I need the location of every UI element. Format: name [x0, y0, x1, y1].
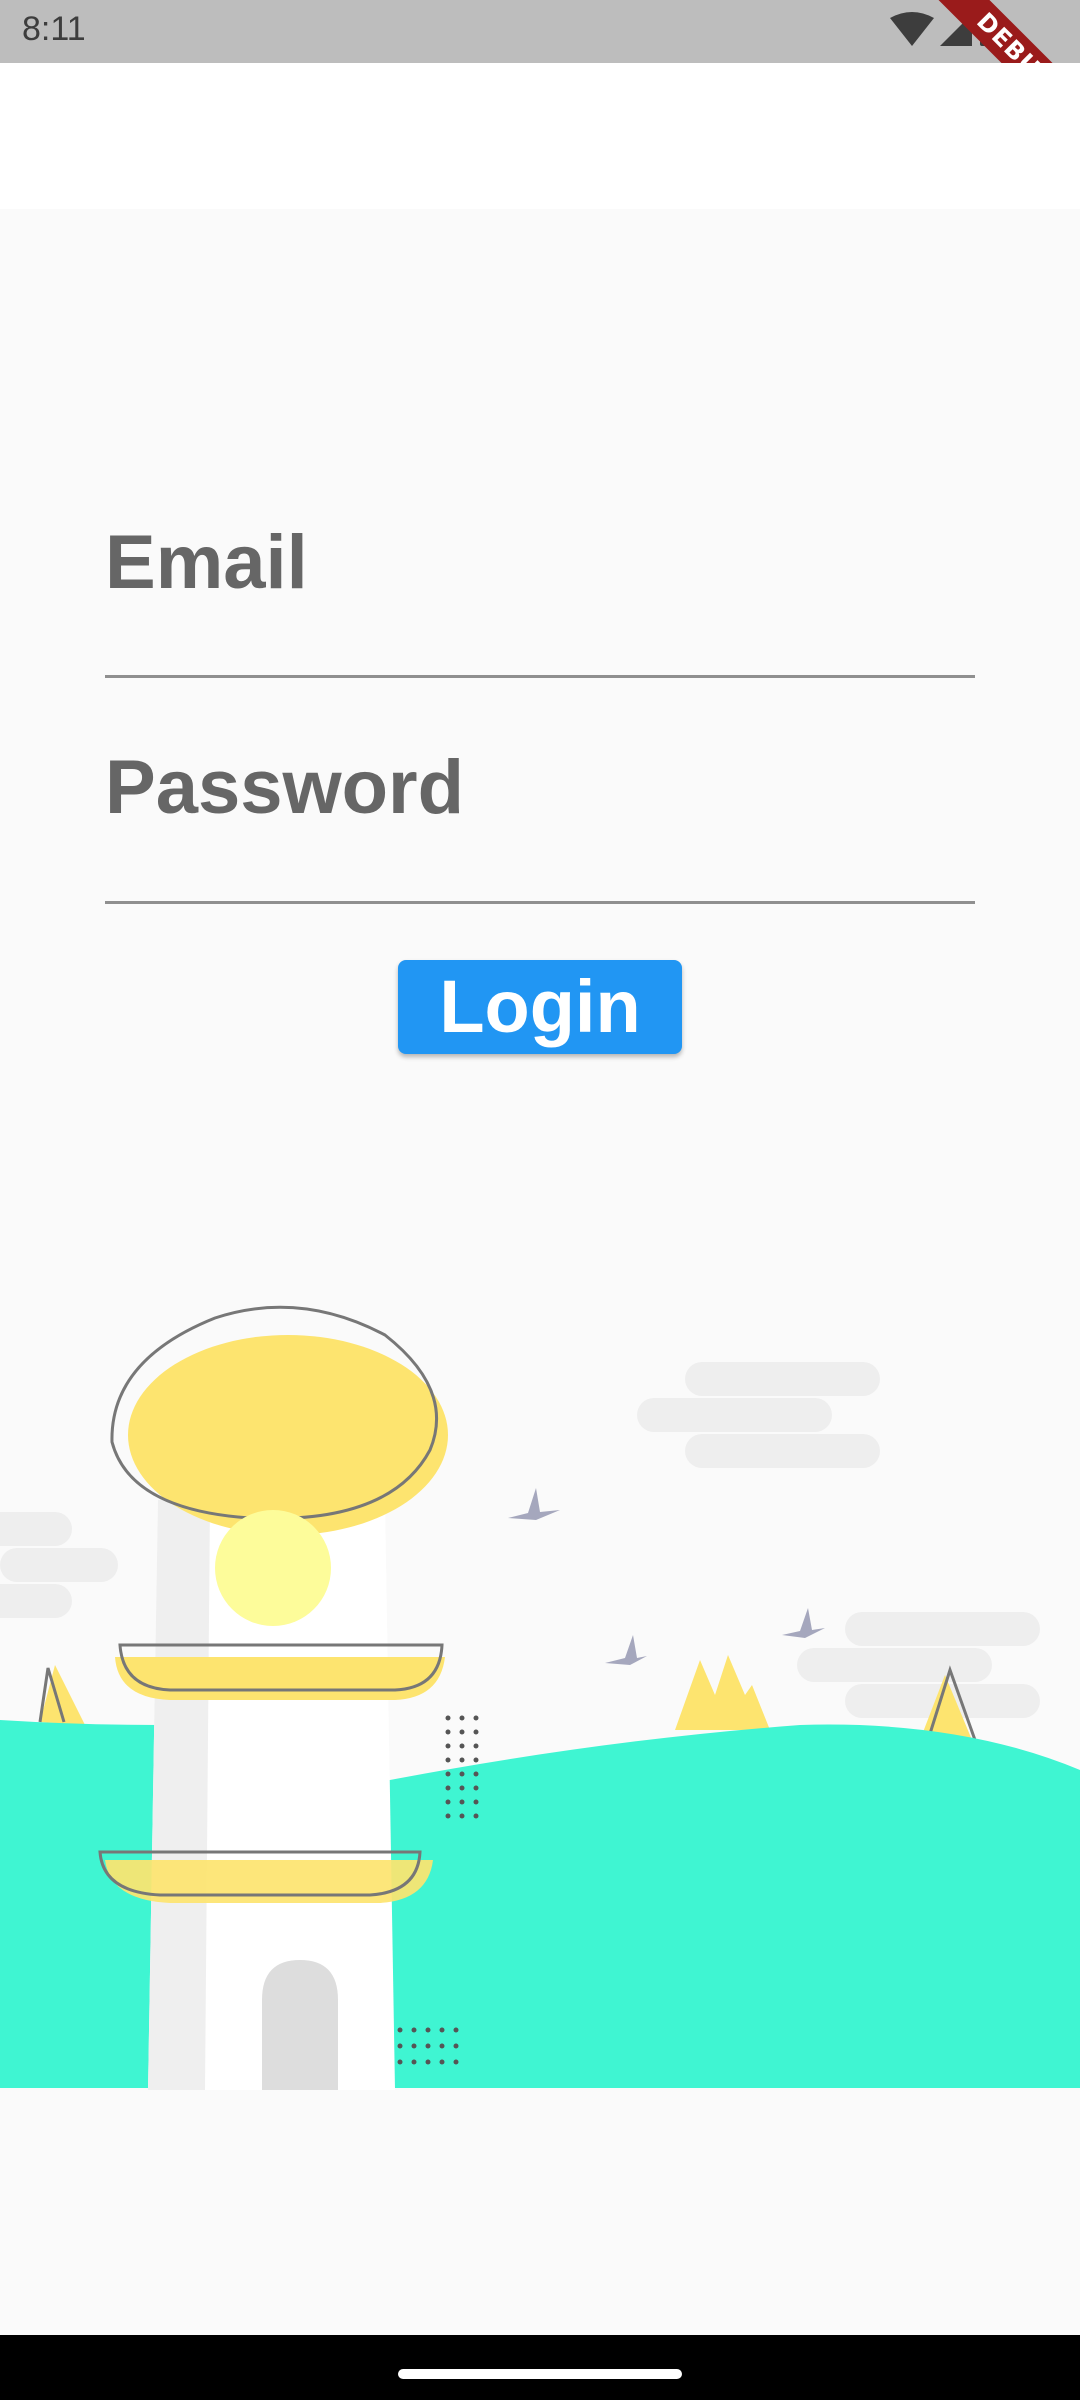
lighthouse-illustration: [0, 1305, 1080, 2090]
email-field[interactable]: Email: [105, 495, 975, 680]
email-placeholder: Email: [105, 520, 308, 605]
status-time: 8:11: [22, 10, 86, 48]
navigation-bar: [0, 2335, 1080, 2400]
status-icons: [890, 10, 998, 46]
email-underline: [105, 675, 975, 678]
cloud-right-upper: [637, 1362, 880, 1468]
wifi-icon: [890, 12, 934, 46]
cellular-signal-icon: [940, 14, 972, 46]
login-button[interactable]: Login: [398, 960, 682, 1054]
status-bar: 8:11: [0, 0, 1080, 63]
password-placeholder: Password: [105, 745, 465, 830]
password-underline: [105, 901, 975, 904]
cloud-right-lower: [797, 1612, 1040, 1718]
password-field[interactable]: Password: [105, 720, 975, 905]
bird-icon: [508, 1488, 825, 1665]
home-indicator[interactable]: [398, 2369, 682, 2379]
cloud-left: [0, 1512, 118, 1618]
app-bar: [0, 63, 1080, 209]
battery-icon: [980, 10, 998, 46]
